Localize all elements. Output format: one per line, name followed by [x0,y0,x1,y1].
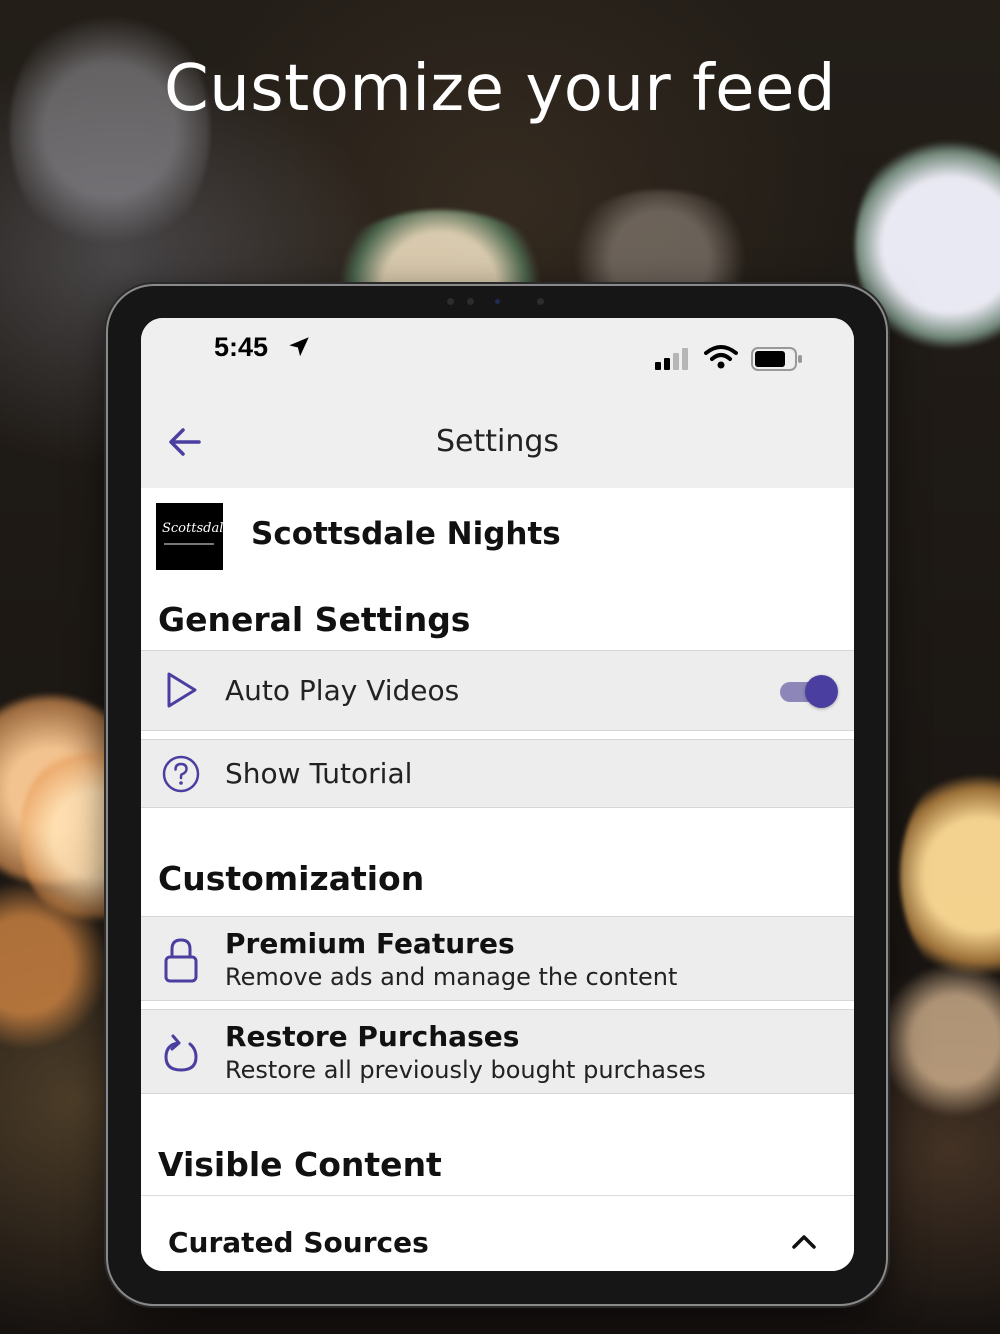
curated-sources-label: Curated Sources [168,1226,429,1259]
wifi-icon [704,345,738,369]
bokeh-light [880,960,1000,1120]
play-icon [167,672,197,708]
status-bar: 5:45 [141,318,854,398]
refresh-icon [164,1034,198,1072]
page-title: Settings [435,424,560,459]
app-logo-text: Scottsdale [162,521,223,536]
section-title-visible-content: Visible Content [158,1145,442,1184]
location-arrow-icon [289,337,309,357]
tablet-frame: 5:45 Settings Scottsdal Scottsdale Night… [108,286,886,1304]
bokeh-light [900,760,1000,990]
camera-bar [437,298,557,306]
logo-underline [164,543,214,545]
app-header: Scottsdale Scottsdale Nights [141,488,854,578]
camera-lens [495,299,500,304]
lock-icon [164,938,198,983]
sensor-dot [467,298,474,305]
app-name: Scottsdale Nights [251,516,561,552]
section-title-customization: Customization [158,859,425,898]
section-title-general: General Settings [158,600,471,639]
bokeh-light [10,0,210,260]
question-circle-icon [162,755,200,793]
auto-play-toggle[interactable] [778,675,838,708]
setting-label: Show Tutorial [225,757,413,790]
app-logo: Scottsdale [156,503,223,570]
setting-row-auto-play[interactable]: Auto Play Videos [141,650,854,731]
toggle-knob [805,675,838,708]
setting-title: Restore Purchases [225,1020,520,1053]
setting-row-restore-purchases[interactable]: Restore Purchases Restore all previously… [141,1009,854,1094]
setting-subtitle: Restore all previously bought purchases [225,1056,706,1084]
cellular-signal-icon [655,348,688,370]
app-screen: 5:45 Settings Scottsdal Scottsdale Night… [141,318,854,1271]
headline: Customize your feed [164,52,836,126]
setting-row-premium-features[interactable]: Premium Features Remove ads and manage t… [141,916,854,1001]
sensor-dot [447,298,454,305]
setting-subtitle: Remove ads and manage the content [225,963,678,991]
battery-icon [751,347,802,371]
navigation-bar: Settings [141,398,854,488]
sensor-dot [537,298,544,305]
setting-label: Auto Play Videos [225,674,460,707]
setting-title: Premium Features [225,927,515,960]
chevron-up-icon[interactable] [791,1232,817,1250]
setting-row-show-tutorial[interactable]: Show Tutorial [141,739,854,808]
status-time: 5:45 [214,332,269,362]
curated-sources-row[interactable]: Curated Sources [141,1195,854,1271]
